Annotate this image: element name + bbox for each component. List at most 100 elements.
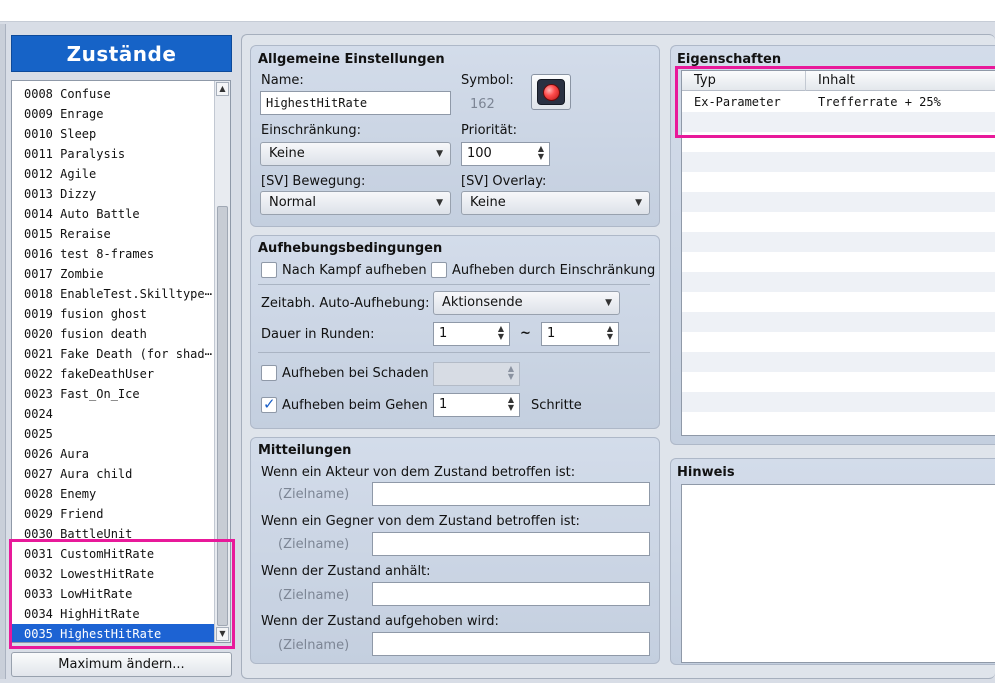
list-item[interactable]: 0034 HighHitRate [12,604,215,624]
table-row[interactable] [682,152,995,172]
states-list-items: 0008 Confuse 0009 Enrage 0010 Sleep 0011 Pa… [12,84,215,642]
list-item[interactable]: 0026 Aura [12,444,215,464]
table-row[interactable] [682,372,995,392]
duration-max-stepper[interactable]: 1 ▲ ▼ [541,322,619,346]
list-item[interactable]: 0012 Agile [12,164,215,184]
remove-by-damage-label: Aufheben bei Schaden [282,366,429,381]
list-item[interactable]: 0011 Paralysis [12,144,215,164]
list-item[interactable]: 0025 [12,424,215,444]
spinner-arrows-icon[interactable]: ▲ ▼ [536,145,546,163]
spinner-arrows-icon[interactable]: ▲ ▼ [496,325,506,343]
trait-content-cell: Trefferrate + 25% [818,95,941,109]
traits-title: Eigenschaften [677,52,782,67]
note-textarea[interactable] [681,484,995,663]
table-row[interactable] [682,312,995,332]
restriction-value: Keine [269,146,305,161]
remove-by-restriction-label: Aufheben durch Einschränkung [452,263,656,278]
removed-message-field[interactable] [372,632,650,656]
spinner-arrows-icon[interactable]: ▲ ▼ [605,325,615,343]
list-item[interactable]: 0030 BattleUnit [12,524,215,544]
damage-percent-stepper[interactable]: ▲ ▼ [433,362,520,386]
actor-message-field[interactable] [372,482,650,506]
list-item[interactable]: 0027 Aura child [12,464,215,484]
remove-by-walking-label: Aufheben beim Gehen [282,398,428,413]
table-row[interactable]: Ex-Parameter Trefferrate + 25% [682,92,995,112]
list-item[interactable]: 0013 Dizzy [12,184,215,204]
table-row[interactable] [682,232,995,252]
table-row[interactable] [682,292,995,312]
general-settings-title: Allgemeine Einstellungen [258,52,445,67]
remove-battle-end-checkbox[interactable] [261,262,277,278]
table-row[interactable] [682,352,995,372]
column-header-content[interactable]: Inhalt [806,71,995,91]
remove-by-damage-checkbox[interactable] [261,365,277,381]
list-item[interactable]: 0024 [12,404,215,424]
divider [258,284,650,285]
list-item[interactable]: 0028 Enemy [12,484,215,504]
list-item[interactable]: 0032 LowestHitRate [12,564,215,584]
traits-table[interactable]: Typ Inhalt Ex-Parameter Trefferrate + 25% [681,70,995,436]
list-item[interactable]: 0033 LowHitRate [12,584,215,604]
table-row[interactable] [682,252,995,272]
list-item[interactable]: 0035 HighestHitRate [12,624,215,642]
list-item[interactable]: 0009 Enrage [12,104,215,124]
list-item[interactable]: 0020 fusion death [12,324,215,344]
list-item[interactable]: 0031 CustomHitRate [12,544,215,564]
restriction-label: Einschränkung: [261,123,362,138]
state-icon-button[interactable] [531,74,571,110]
table-row[interactable] [682,392,995,412]
removed-target-name: (Zielname) [278,638,350,653]
list-item[interactable]: 0016 test 8-frames [12,244,215,264]
removed-message-label: Wenn der Zustand aufgehoben wird: [261,614,499,629]
list-item[interactable]: 0018 EnableTest.Skilltype⋯ [12,284,215,304]
list-item[interactable]: 0029 Friend [12,504,215,524]
list-item[interactable]: 0022 fakeDeathUser [12,364,215,384]
sv-motion-value: Normal [269,195,317,210]
table-row[interactable] [682,192,995,212]
sv-motion-select[interactable]: Normal ▼ [260,191,451,215]
persist-message-field[interactable] [372,582,650,606]
priority-stepper[interactable]: 100 ▲ ▼ [461,142,550,166]
auto-removal-select[interactable]: Aktionsende ▼ [433,291,620,315]
list-item[interactable]: 0015 Reraise [12,224,215,244]
list-item[interactable]: 0017 Zombie [12,264,215,284]
table-row[interactable] [682,272,995,292]
enemy-message-field[interactable] [372,532,650,556]
change-maximum-button[interactable]: Maximum ändern... [11,652,232,677]
scroll-down-arrow-icon[interactable]: ▼ [216,627,229,641]
walking-steps-stepper[interactable]: 1 ▲ ▼ [433,393,520,417]
sv-overlay-select[interactable]: Keine ▼ [461,191,650,215]
table-row[interactable] [682,332,995,352]
list-item[interactable]: 0014 Auto Battle [12,204,215,224]
persist-target-name: (Zielname) [278,588,350,603]
remove-by-walking-checkbox[interactable]: ✓ [261,395,277,413]
table-row[interactable] [682,112,995,132]
restriction-select[interactable]: Keine ▼ [260,142,451,166]
spinner-arrows-icon[interactable]: ▲ ▼ [506,396,516,414]
steps-label: Schritte [531,398,582,413]
scroll-up-arrow-icon[interactable]: ▲ [216,82,229,96]
column-header-type[interactable]: Typ [682,71,806,91]
name-field[interactable]: HighestHitRate [260,91,451,115]
sv-overlay-value: Keine [470,195,506,210]
table-row[interactable] [682,212,995,232]
table-row[interactable] [682,132,995,152]
states-list[interactable]: 0008 Confuse 0009 Enrage 0010 Sleep 0011 Pa… [11,80,231,643]
table-row[interactable] [682,172,995,192]
list-item[interactable]: 0021 Fake Death (for shad⋯ [12,344,215,364]
priority-label: Priorität: [461,123,518,138]
table-row[interactable] [682,412,995,432]
list-item[interactable]: 0019 fusion ghost [12,304,215,324]
enemy-target-name: (Zielname) [278,537,350,552]
spinner-arrows-icon[interactable]: ▲ ▼ [506,365,516,383]
list-item[interactable]: 0010 Sleep [12,124,215,144]
scrollbar-thumb[interactable] [217,206,228,626]
remove-by-restriction-checkbox[interactable] [431,262,447,278]
actor-target-name: (Zielname) [278,487,350,502]
chevron-down-icon: ▼ [436,149,443,159]
list-item[interactable]: 0008 Confuse [12,84,215,104]
symbol-index: 162 [470,97,495,112]
duration-min-stepper[interactable]: 1 ▲ ▼ [433,322,510,346]
list-item[interactable]: 0023 Fast_On_Ice [12,384,215,404]
states-list-scrollbar[interactable]: ▲ ▼ [214,81,230,642]
